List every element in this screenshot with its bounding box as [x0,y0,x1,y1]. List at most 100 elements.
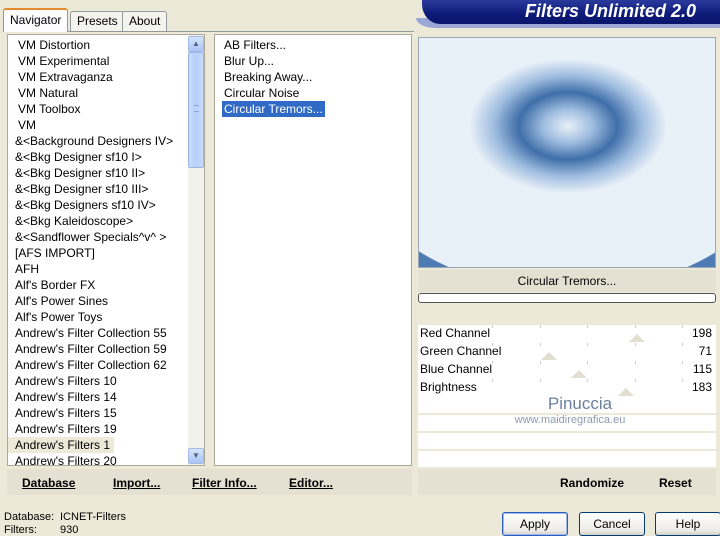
category-item[interactable]: VM Natural [8,85,82,101]
category-item[interactable]: &<Bkg Designer sf10 II> [8,165,149,181]
channel-row: Blue Channel 115 [418,361,716,379]
randomize-button[interactable]: Randomize [560,476,624,490]
empty-control-row [418,433,716,449]
tab-presets[interactable]: Presets [70,11,125,31]
slider-thumb[interactable] [629,334,645,342]
database-value: ICNET-Filters [60,511,126,523]
slider-tick [635,379,636,382]
editor-button[interactable]: Editor... [289,476,333,490]
category-item[interactable]: Andrew's Filter Collection 55 [8,325,171,341]
filter-list[interactable]: AB Filters... Blur Up... Breaking Away... C… [214,34,412,466]
slider-tick [540,379,541,382]
category-scrollbar[interactable]: ▲ ▼ [188,35,204,465]
category-item[interactable]: &<Bkg Designer sf10 III> [8,181,152,197]
database-button[interactable]: Database [22,476,75,490]
slider-tick [635,343,636,346]
slider-tick [682,325,683,328]
channel-label: Blue Channel [420,362,493,376]
category-item[interactable]: VM Distortion [8,37,94,53]
watermark-name: Pinuccia [547,394,613,413]
filter-info-button[interactable]: Filter Info... [192,476,257,490]
slider-tick [540,343,541,346]
preview-ripples [419,38,715,267]
filter-item[interactable]: Circular Tremors... [222,101,325,117]
slider-tick [635,325,636,328]
progress-bar [418,293,716,303]
category-item[interactable]: &<Bkg Designer sf10 I> [8,149,146,165]
slider-tick [587,361,588,364]
category-item[interactable]: VM Extravaganza [8,69,117,85]
slider-tick [682,361,683,364]
category-item[interactable]: AFH [8,261,43,277]
import-button[interactable]: Import... [113,476,160,490]
category-list[interactable]: VM Distortion VM Experimental VM Extravaga… [7,34,205,466]
channel-slider[interactable] [492,325,684,343]
filter-item[interactable]: Blur Up... [222,53,276,69]
watermark-url: www.maidiregrafica.eu [514,414,626,426]
channel-value: 115 [692,362,712,376]
slider-tick [540,325,541,328]
filter-item[interactable]: Circular Noise [222,85,301,101]
filters-value: 930 [60,524,79,536]
slider-thumb[interactable] [541,352,557,360]
channel-row: Green Channel 71 [418,343,716,361]
channel-row: Red Channel 198 [418,325,716,343]
channel-value: 71 [698,344,712,358]
grip-icon [194,105,199,112]
category-item[interactable]: VM Toolbox [8,101,84,117]
category-item[interactable]: VM Experimental [8,53,113,69]
channel-slider[interactable] [492,343,684,361]
filter-item[interactable]: AB Filters... [222,37,288,53]
channel-value: 198 [691,326,712,340]
category-item[interactable]: Andrew's Filters 15 [8,405,121,421]
category-item[interactable]: Alf's Border FX [8,277,99,293]
category-item[interactable]: VM [8,117,40,133]
scroll-thumb[interactable] [188,52,204,168]
channel-label: Red Channel [420,326,491,340]
tab-about[interactable]: About [122,11,168,31]
category-item[interactable]: &<Bkg Kaleidoscope> [8,213,137,229]
slider-thumb[interactable] [571,370,587,378]
slider-tick [540,361,541,364]
slider-tick [682,343,683,346]
empty-control-row [418,451,716,467]
database-label: Database: [4,511,55,523]
category-item[interactable]: Alf's Power Toys [8,309,106,325]
slider-tick [587,343,588,346]
category-item[interactable]: &<Bkg Designers sf10 IV> [8,197,160,213]
filter-item[interactable]: Breaking Away... [222,69,314,85]
category-item[interactable]: Andrew's Filters 1 [8,437,114,453]
channel-label: Green Channel [420,344,502,358]
tab-navigator[interactable]: Navigator [3,8,69,32]
preview-filter-name: Circular Tremors... [418,270,716,292]
category-item[interactable]: Andrew's Filter Collection 62 [8,357,171,373]
slider-tick [587,325,588,328]
reset-button[interactable]: Reset [659,476,692,490]
scroll-up-icon[interactable]: ▲ [188,36,204,52]
help-button[interactable]: Help [655,512,720,536]
slider-tick [492,379,493,382]
slider-tick [492,343,493,346]
category-item[interactable]: Andrew's Filters 10 [8,373,121,389]
channel-slider[interactable] [492,361,684,379]
scroll-down-icon[interactable]: ▼ [188,448,204,464]
filters-label: Filters: [4,524,37,536]
category-item[interactable]: Andrew's Filters 19 [8,421,121,437]
slider-tick [635,361,636,364]
category-item[interactable]: &<Background Designers IV> [8,133,177,149]
channel-label: Brightness [420,380,477,394]
slider-tick [492,361,493,364]
channel-value: 183 [691,380,712,394]
apply-button[interactable]: Apply [502,512,568,536]
banner-title: Filters Unlimited 2.0 [422,0,720,24]
category-item[interactable]: &<Sandflower Specials^v^ > [8,229,170,245]
slider-tick [587,379,588,382]
slider-tick [492,325,493,328]
slider-tick [682,379,683,382]
cancel-button[interactable]: Cancel [579,512,645,536]
category-item[interactable]: Alf's Power Sines [8,293,112,309]
category-item[interactable]: Andrew's Filters 14 [8,389,121,405]
category-item[interactable]: Andrew's Filters 20 [8,453,121,465]
category-item[interactable]: Andrew's Filter Collection 59 [8,341,171,357]
category-item[interactable]: [AFS IMPORT] [8,245,99,261]
